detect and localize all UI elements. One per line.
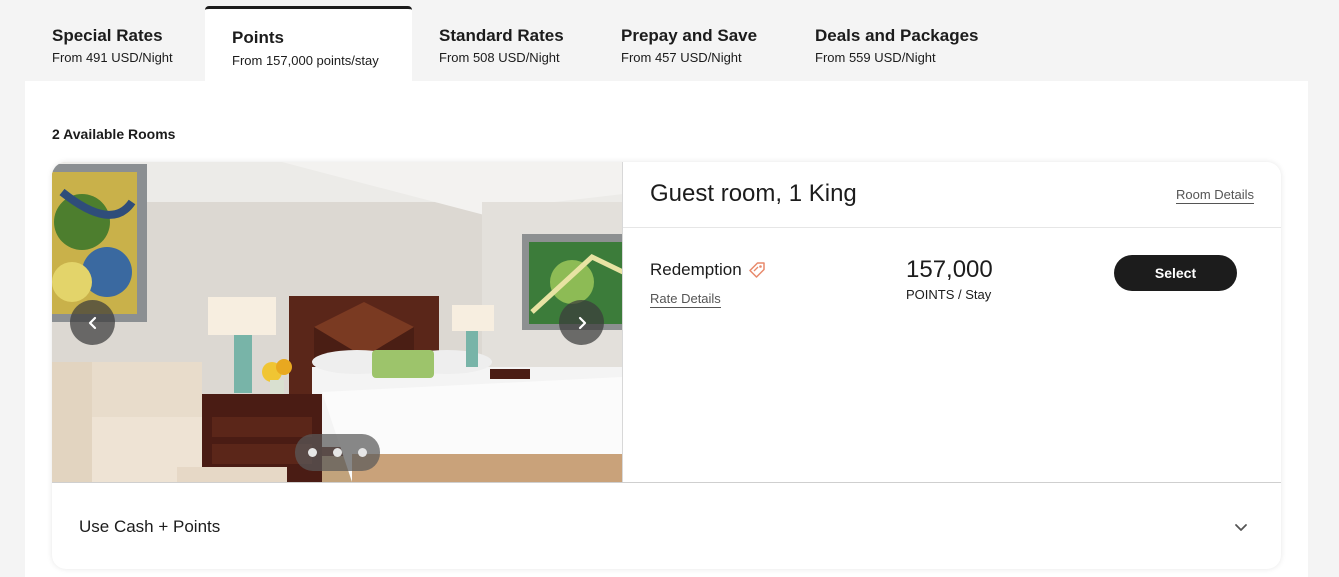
rate-name-label: Redemption	[650, 260, 742, 279]
points-value: 157,000	[906, 256, 993, 283]
points-unit: POINTS / Stay	[906, 287, 992, 302]
room-card: Guest room, 1 King Room Details Redempti…	[52, 162, 1281, 569]
tab-title: Points	[232, 28, 284, 47]
chevron-left-icon	[88, 316, 96, 329]
tag-icon	[748, 262, 765, 278]
tab-title: Special Rates	[52, 26, 163, 45]
carousel-dots	[295, 434, 380, 471]
tab-subtitle: From 491 USD/Night	[52, 50, 173, 65]
rooms-panel: 2 Available Rooms Guest room, 1 King Roo…	[25, 81, 1308, 577]
page: Special Rates From 491 USD/Night Points …	[0, 0, 1339, 577]
rate-name: Redemption	[650, 260, 766, 280]
rate-details-link[interactable]: Rate Details	[650, 291, 721, 308]
select-button[interactable]: Select	[1114, 255, 1237, 291]
tab-subtitle: From 457 USD/Night	[621, 50, 742, 65]
tab-deals-and-packages[interactable]: Deals and Packages From 559 USD/Night	[788, 6, 998, 81]
carousel-dot[interactable]	[333, 448, 342, 457]
carousel-dot[interactable]	[358, 448, 367, 457]
cash-points-label: Use Cash + Points	[79, 517, 221, 536]
chevron-right-icon	[578, 316, 586, 329]
tab-prepay-and-save[interactable]: Prepay and Save From 457 USD/Night	[594, 6, 784, 81]
carousel-next-button[interactable]	[559, 300, 604, 345]
tab-subtitle: From 559 USD/Night	[815, 50, 936, 65]
chevron-down-icon	[1235, 524, 1247, 531]
tab-title: Standard Rates	[439, 26, 564, 45]
tab-special-rates[interactable]: Special Rates From 491 USD/Night	[25, 6, 205, 81]
tab-standard-rates[interactable]: Standard Rates From 508 USD/Night	[412, 6, 592, 81]
divider	[623, 227, 1281, 228]
room-info: Guest room, 1 King Room Details Redempti…	[623, 162, 1281, 482]
tab-subtitle: From 157,000 points/stay	[232, 53, 379, 68]
room-photo-carousel	[52, 162, 623, 482]
use-cash-points-toggle[interactable]: Use Cash + Points	[52, 483, 1281, 569]
room-title: Guest room, 1 King	[650, 180, 857, 207]
available-rooms-count: 2 Available Rooms	[52, 126, 176, 142]
tab-points[interactable]: Points From 157,000 points/stay	[205, 6, 412, 81]
carousel-prev-button[interactable]	[70, 300, 115, 345]
room-details-link[interactable]: Room Details	[1175, 187, 1254, 204]
tab-subtitle: From 508 USD/Night	[439, 50, 560, 65]
carousel-dot[interactable]	[308, 448, 317, 457]
tab-title: Prepay and Save	[621, 26, 758, 45]
tab-title: Deals and Packages	[815, 26, 979, 45]
